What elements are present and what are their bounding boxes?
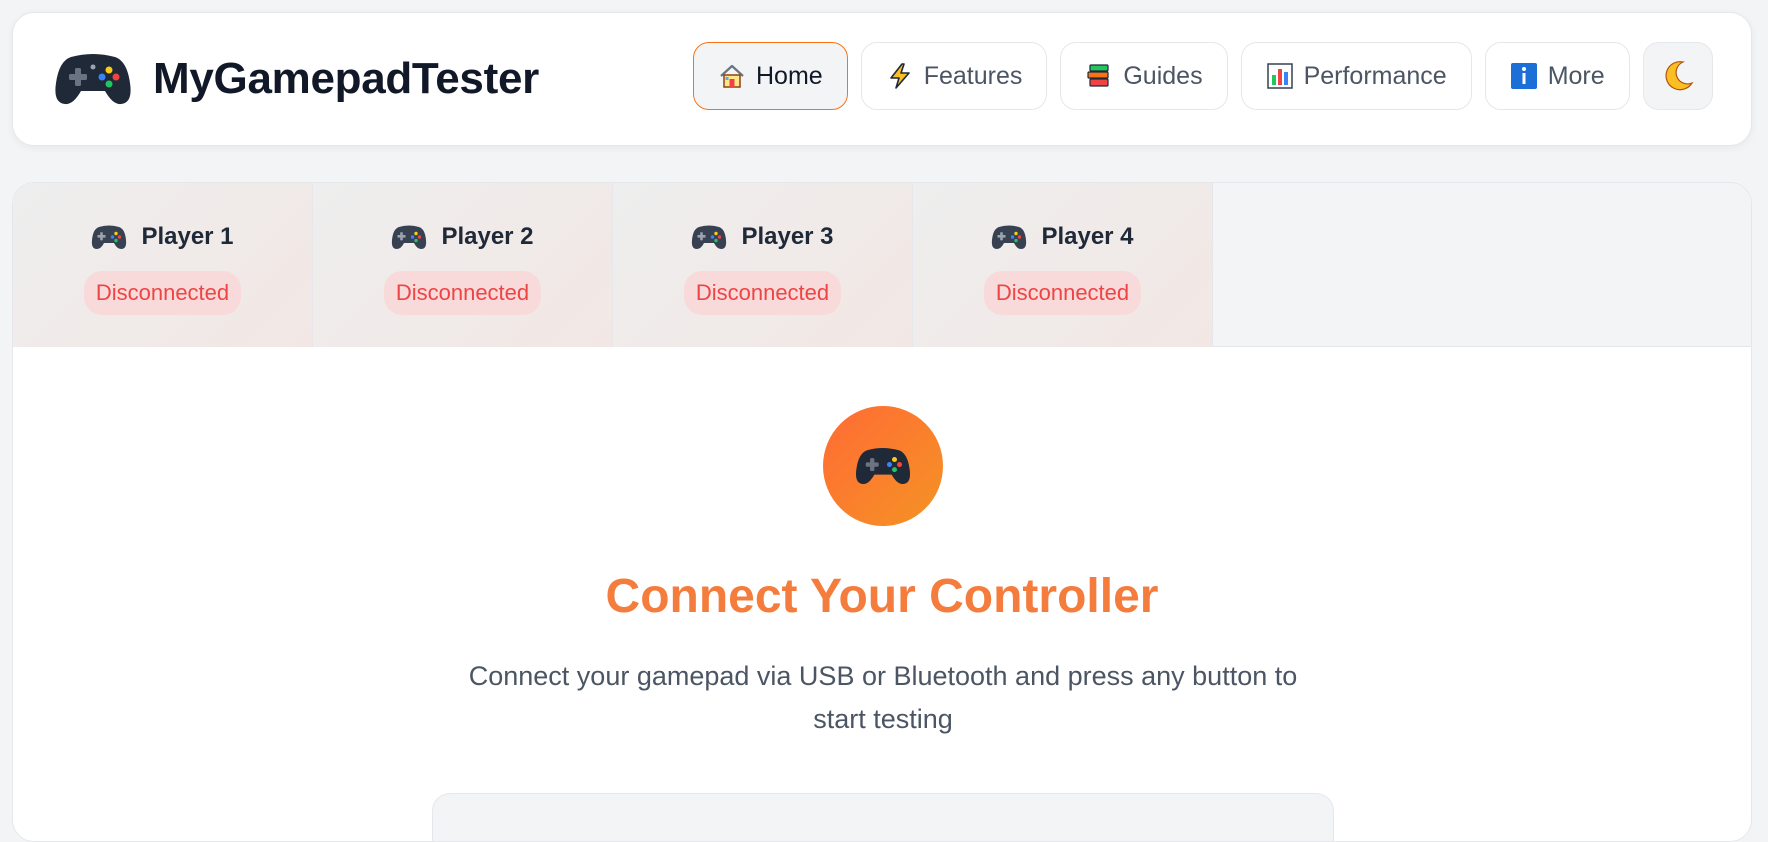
nav-home-button[interactable]: Home	[693, 42, 848, 110]
player-tabs: Player 1 Disconnected Player 2 Disconnec…	[13, 183, 1751, 347]
player-label: Player 2	[441, 223, 534, 250]
gamepad-icon	[855, 448, 911, 485]
nav-more-label: More	[1547, 61, 1605, 90]
hero-gamepad-badge	[823, 406, 943, 526]
main-nav: Home Features Guides Performance More	[693, 42, 1713, 110]
nav-guides-button[interactable]: Guides	[1060, 42, 1228, 110]
nav-performance-label: Performance	[1303, 61, 1447, 90]
status-info-box	[432, 793, 1334, 841]
gamepad-icon	[692, 225, 727, 249]
gamepad-icon	[392, 225, 427, 249]
tab-player-4[interactable]: Player 4 Disconnected	[913, 183, 1213, 347]
nav-performance-button[interactable]: Performance	[1240, 42, 1472, 110]
status-badge: Disconnected	[83, 271, 242, 315]
nav-features-button[interactable]: Features	[860, 42, 1048, 110]
nav-home-label: Home	[756, 61, 823, 90]
status-badge: Disconnected	[383, 271, 542, 315]
player-label: Player 4	[1041, 223, 1134, 250]
brand[interactable]: MyGamepadTester	[53, 47, 539, 111]
theme-toggle-button[interactable]	[1642, 42, 1713, 110]
nav-more-button[interactable]: More	[1484, 42, 1630, 110]
status-badge: Disconnected	[983, 271, 1142, 315]
tab-player-2[interactable]: Player 2 Disconnected	[313, 183, 613, 347]
gamepad-icon	[992, 225, 1027, 249]
moon-icon	[1665, 61, 1694, 91]
home-icon	[720, 64, 744, 88]
nav-guides-label: Guides	[1123, 61, 1203, 90]
tester-panel: Player 1 Disconnected Player 2 Disconnec…	[12, 182, 1752, 842]
status-badge: Disconnected	[683, 271, 842, 315]
hero-description: Connect your gamepad via USB or Bluetoot…	[468, 661, 1298, 734]
tab-player-3[interactable]: Player 3 Disconnected	[613, 183, 913, 347]
info-icon	[1510, 63, 1537, 89]
hero-title: Connect Your Controller	[605, 570, 1159, 623]
nav-features-label: Features	[923, 61, 1023, 90]
lightning-icon	[889, 63, 910, 89]
tab-player-1[interactable]: Player 1 Disconnected	[13, 183, 313, 347]
gamepad-icon	[55, 54, 131, 105]
brand-title: MyGamepadTester	[153, 54, 539, 103]
bar-chart-icon	[1266, 63, 1293, 89]
player-label: Player 3	[741, 223, 834, 250]
player-label: Player 1	[141, 223, 234, 250]
top-header: MyGamepadTester Home Features Guides Per…	[12, 12, 1752, 146]
books-icon	[1087, 64, 1109, 87]
gamepad-icon	[92, 225, 127, 249]
